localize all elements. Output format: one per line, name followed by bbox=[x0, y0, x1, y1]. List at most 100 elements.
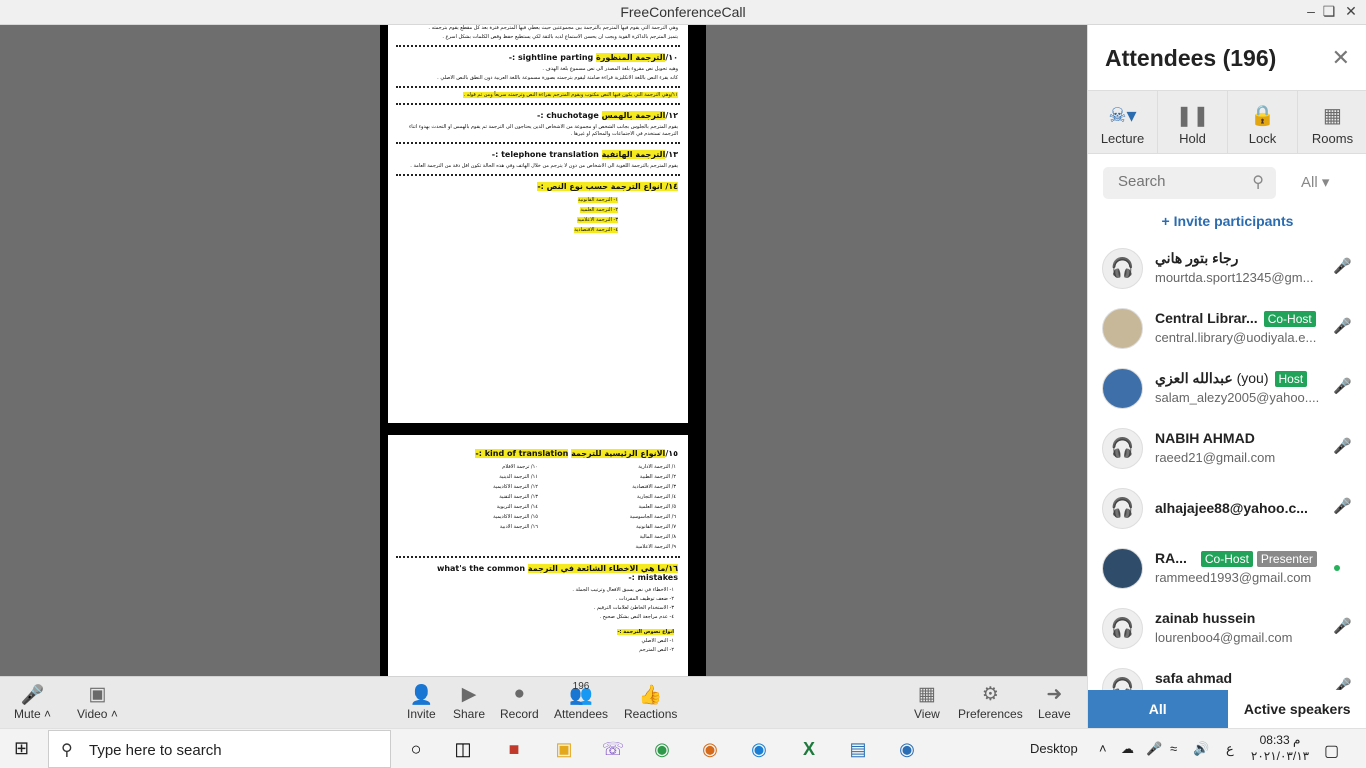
mic-muted-icon[interactable]: 🎤 bbox=[1333, 437, 1352, 455]
attendee-tabs: All Active speakers bbox=[1088, 690, 1366, 728]
mic-muted-icon[interactable]: 🎤 bbox=[1333, 617, 1352, 635]
document-page-2: ١٥/الانواع الرئيسية للترجمة kind of tran… bbox=[388, 435, 688, 676]
viber-icon[interactable]: ☏ bbox=[600, 736, 626, 762]
doc-text: كانه يقرء النص باللغة الانكليزية قراءة ص… bbox=[437, 75, 678, 81]
mic-muted-icon[interactable]: 🎤 bbox=[1333, 257, 1352, 275]
attendee-row[interactable]: عبدالله العزي (you) Host salam_alezy2005@… bbox=[1088, 360, 1366, 420]
share-button[interactable]: ▶ Share bbox=[453, 683, 485, 721]
record-button[interactable]: ● Record bbox=[500, 683, 539, 721]
leave-button[interactable]: ➜ Leave bbox=[1038, 683, 1071, 721]
windows-taskbar: ⊞ ⚲ Type here to search ○ ◫ ■ ▣ ☏ ◉ ◉ ◉ … bbox=[0, 728, 1366, 768]
search-icon[interactable]: ⚲ bbox=[1252, 172, 1264, 192]
attendee-row[interactable]: 🎧 NABIH AHMAD raeed21@gmail.com 🎤 bbox=[1088, 420, 1366, 480]
lecture-icon: ☠▾ bbox=[1108, 105, 1137, 127]
search-input[interactable] bbox=[1118, 173, 1248, 190]
notification-icon[interactable]: ▢ bbox=[1324, 741, 1339, 761]
rooms-button[interactable]: ▦ Rooms bbox=[1298, 91, 1366, 153]
task-view-icon[interactable]: ◫ bbox=[450, 736, 476, 762]
host-badge: Host bbox=[1274, 371, 1308, 387]
reactions-button[interactable]: 👍 Reactions bbox=[624, 683, 677, 721]
filter-dropdown[interactable]: All ▾ bbox=[1301, 173, 1329, 191]
chrome-icon[interactable]: ◉ bbox=[649, 736, 675, 762]
cloud-icon[interactable]: ☁ bbox=[1121, 741, 1134, 757]
attendee-row[interactable]: 🎧 رجاء بتور هاني mourtda.sport12345@gm..… bbox=[1088, 240, 1366, 300]
attendee-row[interactable]: RA... Co-Host Presenter rammeed1993@gmail.… bbox=[1088, 540, 1366, 600]
doc-text: يقوم المترجم بالترجمة اللغوية الى الاشخا… bbox=[410, 163, 678, 169]
headset-icon: 🎧 bbox=[1102, 608, 1143, 649]
desktop-toolbar[interactable]: Desktop bbox=[1030, 741, 1078, 756]
attendee-row[interactable]: 🎧 alhajajee88@yahoo.c... 🎤 bbox=[1088, 480, 1366, 540]
attendees-panel: Attendees (196) ✕ ☠▾ Lecture ❚❚ Hold 🔒 L… bbox=[1087, 25, 1366, 728]
add-user-icon: 👤 bbox=[409, 685, 434, 706]
lock-button[interactable]: 🔒 Lock bbox=[1228, 91, 1298, 153]
headset-icon: 🎧 bbox=[1102, 248, 1143, 289]
wifi-icon[interactable]: ≈ bbox=[1170, 741, 1177, 756]
taskbar-search[interactable]: ⚲ Type here to search bbox=[48, 730, 391, 768]
invite-participants-link[interactable]: + Invite participants bbox=[1088, 213, 1366, 229]
attendee-row[interactable]: 🎧 safa ahmad 🎤 bbox=[1088, 660, 1366, 690]
photos-icon[interactable]: ▤ bbox=[845, 736, 871, 762]
freeconferencecall-icon[interactable]: ◉ bbox=[894, 736, 920, 762]
mic-muted-icon[interactable]: 🎤 bbox=[1333, 677, 1352, 690]
headset-icon: 🎧 bbox=[1102, 668, 1143, 690]
shared-document[interactable]: وهي الترجمة التي يقوم فيها المترجم بالتر… bbox=[380, 25, 706, 676]
gear-icon: ⚙ bbox=[981, 684, 999, 705]
close-window-icon[interactable]: ✕ bbox=[1340, 3, 1362, 20]
co-host-badge: Co-Host bbox=[1200, 551, 1253, 567]
record-icon: ● bbox=[513, 683, 526, 704]
attendees-button[interactable]: 196 👥 Attendees bbox=[554, 681, 608, 721]
close-panel-icon[interactable]: ✕ bbox=[1332, 45, 1350, 71]
excel-icon[interactable]: X bbox=[796, 736, 822, 762]
edge-icon[interactable]: ◉ bbox=[746, 736, 772, 762]
avatar bbox=[1102, 368, 1143, 409]
input-language[interactable]: ع bbox=[1226, 741, 1234, 757]
search-icon: ⚲ bbox=[61, 742, 73, 759]
windows-start-icon[interactable]: ⊞ bbox=[14, 738, 29, 759]
chevron-up-icon: ˄ bbox=[44, 707, 52, 721]
mute-button[interactable]: 🎤 Mute ˄ bbox=[14, 683, 51, 721]
tab-all[interactable]: All bbox=[1088, 690, 1228, 728]
preferences-button[interactable]: ⚙ Preferences bbox=[958, 683, 1023, 721]
hold-button[interactable]: ❚❚ Hold bbox=[1158, 91, 1228, 153]
file-explorer-icon[interactable]: ▣ bbox=[551, 736, 577, 762]
chevron-up-icon: ˄ bbox=[110, 707, 118, 721]
dotted-divider bbox=[396, 142, 680, 144]
meeting-controls: 🎤 Mute ˄ ▣ Video ˄ 👤 Invite ▶ Share ● Re… bbox=[0, 676, 1087, 728]
invite-button[interactable]: 👤 Invite bbox=[407, 683, 436, 721]
co-host-badge: Co-Host bbox=[1263, 311, 1316, 327]
plus-icon: + bbox=[1161, 213, 1170, 229]
chevron-down-icon: ▾ bbox=[1321, 174, 1330, 191]
view-button[interactable]: ▦ View bbox=[914, 683, 940, 721]
shared-screen-stage: وهي الترجمة التي يقوم فيها المترجم بالتر… bbox=[0, 25, 1087, 676]
attendee-row[interactable]: 🎧 zainab hussein lourenboo4@gmail.com 🎤 bbox=[1088, 600, 1366, 660]
tab-active-speakers[interactable]: Active speakers bbox=[1227, 690, 1366, 728]
host-tools: ☠▾ Lecture ❚❚ Hold 🔒 Lock ▦ Rooms bbox=[1088, 90, 1366, 154]
lecture-button[interactable]: ☠▾ Lecture bbox=[1088, 91, 1158, 153]
headset-icon: 🎧 bbox=[1102, 488, 1143, 529]
microphone-icon[interactable]: 🎤 bbox=[1146, 741, 1162, 757]
attendee-row[interactable]: Central Librar... Co-Host central.library… bbox=[1088, 300, 1366, 360]
cortana-icon[interactable]: ○ bbox=[403, 736, 429, 762]
paint-icon[interactable]: ◉ bbox=[697, 736, 723, 762]
volume-icon[interactable]: 🔊 bbox=[1193, 741, 1209, 757]
window-titlebar: FreeConferenceCall – ❏ ✕ bbox=[0, 0, 1366, 25]
mic-muted-icon[interactable]: 🎤 bbox=[1333, 497, 1352, 515]
exit-icon: ➜ bbox=[1046, 684, 1063, 705]
clock[interactable]: 08:33 م ٢٠٢١/٠٣/١٣ bbox=[1250, 732, 1310, 764]
mic-muted-icon[interactable]: 🎤 bbox=[1333, 317, 1352, 335]
share-screen-icon: ▶ bbox=[461, 684, 477, 705]
doc-text: وهي الترجمة التي يقوم فيها المترجم بالتر… bbox=[428, 25, 678, 31]
mic-muted-icon[interactable]: 🎤 bbox=[1333, 377, 1352, 395]
doc-heading: ١٠/الترجمة المنظورة sightline parting :- bbox=[508, 53, 678, 62]
doc-list: ١- الترجمة القانونية ٢- الترجمة العلمية … bbox=[574, 197, 618, 233]
chevron-up-icon[interactable]: ˄ bbox=[1099, 741, 1107, 756]
pause-icon: ❚❚ bbox=[1175, 105, 1210, 127]
doc-heading: ١٣/الترجمة الهاتفية telephone translatio… bbox=[491, 150, 678, 159]
video-button[interactable]: ▣ Video ˄ bbox=[77, 683, 118, 721]
doc-two-column-list: ١/ الترجمة الادارية ٢/ الترجمة الطبية ٣/ ا… bbox=[493, 464, 676, 550]
restore-icon[interactable]: ❏ bbox=[1318, 3, 1340, 20]
dotted-divider bbox=[396, 174, 680, 176]
grid-icon: ▦ bbox=[917, 684, 936, 705]
doc-heading: ١٢/الترجمة بالهمس chuchotage :- bbox=[537, 111, 678, 120]
store-icon[interactable]: ■ bbox=[501, 736, 527, 762]
